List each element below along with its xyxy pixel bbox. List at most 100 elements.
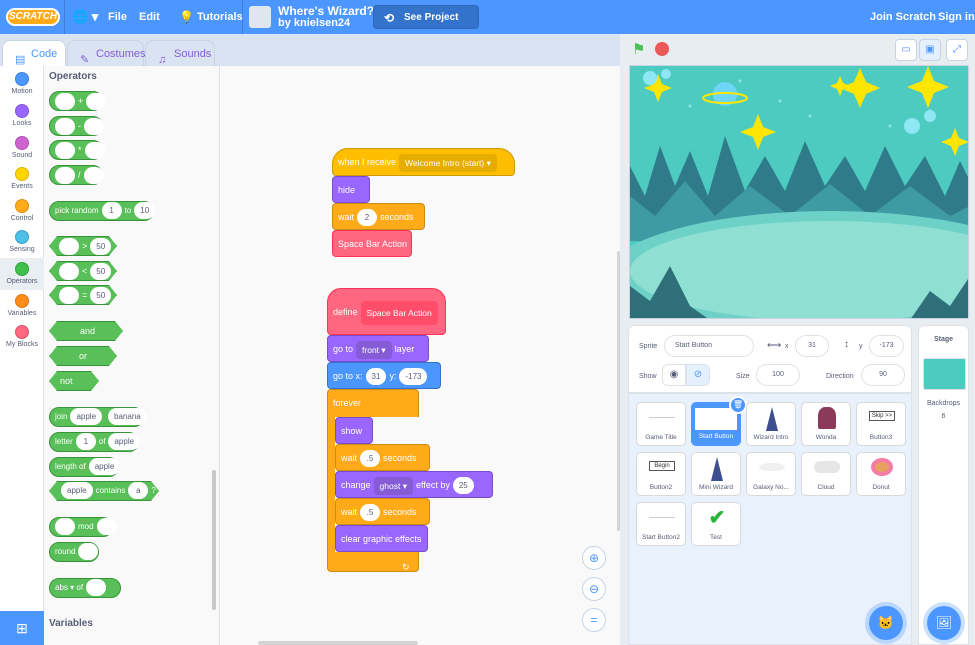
block-divide[interactable]: / [49, 165, 104, 185]
compare-input[interactable]: 50 [90, 238, 111, 255]
join-second-input[interactable]: banana [108, 408, 147, 426]
sprite-tile[interactable]: Mini Wizard [691, 452, 741, 496]
define-prototype[interactable]: Space Bar Action [360, 300, 438, 325]
block-less-than[interactable]: <50 [49, 261, 117, 281]
message-dropdown[interactable]: Welcome Intro (start) ▾ [399, 153, 497, 172]
see-project-page-button[interactable]: ⟲ See Project Page [373, 5, 479, 47]
block-go-to-xy[interactable]: go to x: 31 y: -173 [327, 362, 441, 389]
tab-code[interactable]: ▤ Code [2, 40, 66, 66]
file-menu[interactable]: File [108, 0, 127, 34]
sign-in-link[interactable]: Sign in [938, 0, 975, 34]
block-not[interactable]: not [49, 371, 99, 391]
wait-seconds-input[interactable]: 2 [357, 209, 378, 227]
category-events[interactable]: Events [0, 163, 44, 195]
letter-text-input[interactable]: apple [108, 433, 141, 451]
random-to-input[interactable]: 10 [134, 202, 156, 220]
category-sound[interactable]: Sound [0, 132, 44, 164]
stop-icon[interactable] [655, 42, 669, 56]
category-operators[interactable]: Operators [0, 258, 44, 290]
y-input[interactable]: -173 [399, 368, 428, 386]
sprite-tile[interactable]: Cloud [801, 452, 851, 496]
block-multiply[interactable]: * [49, 140, 105, 160]
block-round[interactable]: round [49, 542, 99, 562]
category-looks[interactable]: Looks [0, 100, 44, 132]
block-pick-random[interactable]: pick random 1 to 10 [49, 201, 156, 221]
tab-costumes[interactable]: ✎ Costumes [67, 40, 146, 66]
block-letter-of[interactable]: letter 1 of apple [49, 432, 141, 452]
sprite-tile[interactable]: Begin Button2 [636, 452, 686, 496]
random-from-input[interactable]: 1 [101, 202, 122, 220]
block-go-to-layer[interactable]: go to front ▾ layer [327, 335, 429, 362]
effect-amount-input[interactable]: 25 [452, 477, 474, 495]
block-mod[interactable]: mod [49, 517, 117, 537]
contains-search-input[interactable]: a [128, 482, 148, 499]
effect-dropdown[interactable]: ghost ▾ [373, 476, 413, 495]
length-input[interactable]: apple [88, 458, 121, 476]
sprite-name-input[interactable]: Start Button [664, 335, 754, 357]
zoom-out-button[interactable]: ⊖ [582, 577, 606, 601]
block-call-space-bar-action[interactable]: Space Bar Action [332, 230, 412, 257]
category-control[interactable]: Control [0, 195, 44, 227]
category-variables[interactable]: Variables [0, 290, 44, 322]
palette-scrollbar[interactable] [212, 470, 216, 610]
direction-input[interactable]: 90 [861, 364, 905, 386]
small-stage-button[interactable]: ▭ [895, 39, 917, 61]
x-position-input[interactable]: 31 [795, 335, 829, 357]
block-length-of[interactable]: length of apple [49, 457, 121, 477]
edit-menu[interactable]: Edit [139, 0, 160, 34]
zoom-in-button[interactable]: ⊕ [582, 546, 606, 570]
delete-trash-icon[interactable]: 🗑 [729, 396, 747, 414]
letter-index-input[interactable]: 1 [75, 433, 96, 451]
sprite-tile[interactable]: Skip >> Button3 [856, 402, 906, 446]
block-show[interactable]: show [335, 417, 373, 444]
y-position-input[interactable]: -173 [869, 335, 904, 357]
scratch-logo[interactable]: SCRATCH [6, 8, 60, 26]
category-sensing[interactable]: Sensing [0, 226, 44, 258]
size-input[interactable]: 100 [756, 364, 800, 386]
globe-icon[interactable]: 🌐 ▾ [72, 0, 98, 34]
join-scratch-link[interactable]: Join Scratch [870, 0, 936, 34]
green-flag-icon[interactable]: ⚑ [632, 40, 645, 58]
add-backdrop-button[interactable]: 🖼 [927, 606, 961, 640]
layer-dropdown[interactable]: front ▾ [356, 340, 392, 359]
block-contains[interactable]: apple contains a? [49, 481, 159, 501]
block-define[interactable]: define Space Bar Action [327, 288, 446, 335]
add-sprite-button[interactable]: 🐱 [869, 606, 903, 640]
workspace-vertical-scrollbar[interactable] [617, 251, 620, 531]
compare-input[interactable]: 50 [90, 263, 111, 280]
script-workspace[interactable]: when I receive Welcome Intro (start) ▾ hi… [220, 66, 620, 645]
sprite-tile-selected[interactable]: Start Button 🗑 [691, 396, 747, 446]
sprite-tile[interactable]: Wonda [801, 402, 851, 446]
block-wait[interactable]: wait 2 seconds [332, 203, 425, 230]
block-or[interactable]: or [49, 346, 117, 366]
hide-eye-icon[interactable]: ⊘ [686, 364, 710, 386]
show-visible-eye-icon[interactable]: ◉ [662, 364, 686, 386]
block-hide[interactable]: hide [332, 176, 370, 203]
sprite-tile[interactable]: Game Title [636, 402, 686, 446]
stage-target-panel[interactable]: Stage Backdrops 6 🖼 [918, 325, 969, 645]
block-greater-than[interactable]: >50 [49, 236, 117, 256]
block-when-i-receive[interactable]: when I receive Welcome Intro (start) ▾ [332, 148, 515, 176]
block-join[interactable]: join apple banana [49, 407, 147, 427]
block-change-effect[interactable]: change ghost ▾ effect by 25 [335, 471, 493, 498]
block-equals[interactable]: = 50 [49, 285, 117, 305]
category-my-blocks[interactable]: My Blocks [0, 321, 44, 353]
workspace-horizontal-scrollbar[interactable] [258, 641, 418, 645]
add-extension-button[interactable]: ⊞ [0, 611, 44, 645]
block-and[interactable]: and [49, 321, 123, 341]
block-subtract[interactable]: - [49, 116, 104, 136]
normal-stage-button[interactable]: ▣ [919, 39, 941, 61]
join-first-input[interactable]: apple [70, 408, 103, 426]
sprite-tile[interactable]: ✔ Test [691, 502, 741, 546]
zoom-reset-button[interactable]: = [582, 608, 606, 632]
block-wait[interactable]: wait .5 seconds [335, 444, 430, 471]
sprite-tile[interactable]: Galaxy No... [746, 452, 796, 496]
stage-canvas[interactable] [629, 65, 969, 319]
x-input[interactable]: 31 [365, 368, 387, 386]
block-wait[interactable]: wait .5 seconds [335, 498, 430, 525]
sprite-tile[interactable]: Donut [856, 452, 906, 496]
sprite-tile[interactable]: Start Button2 [636, 502, 686, 546]
category-motion[interactable]: Motion [0, 68, 44, 100]
wait-seconds-input[interactable]: .5 [360, 504, 381, 522]
fullscreen-button[interactable]: ⤢ [946, 39, 968, 61]
